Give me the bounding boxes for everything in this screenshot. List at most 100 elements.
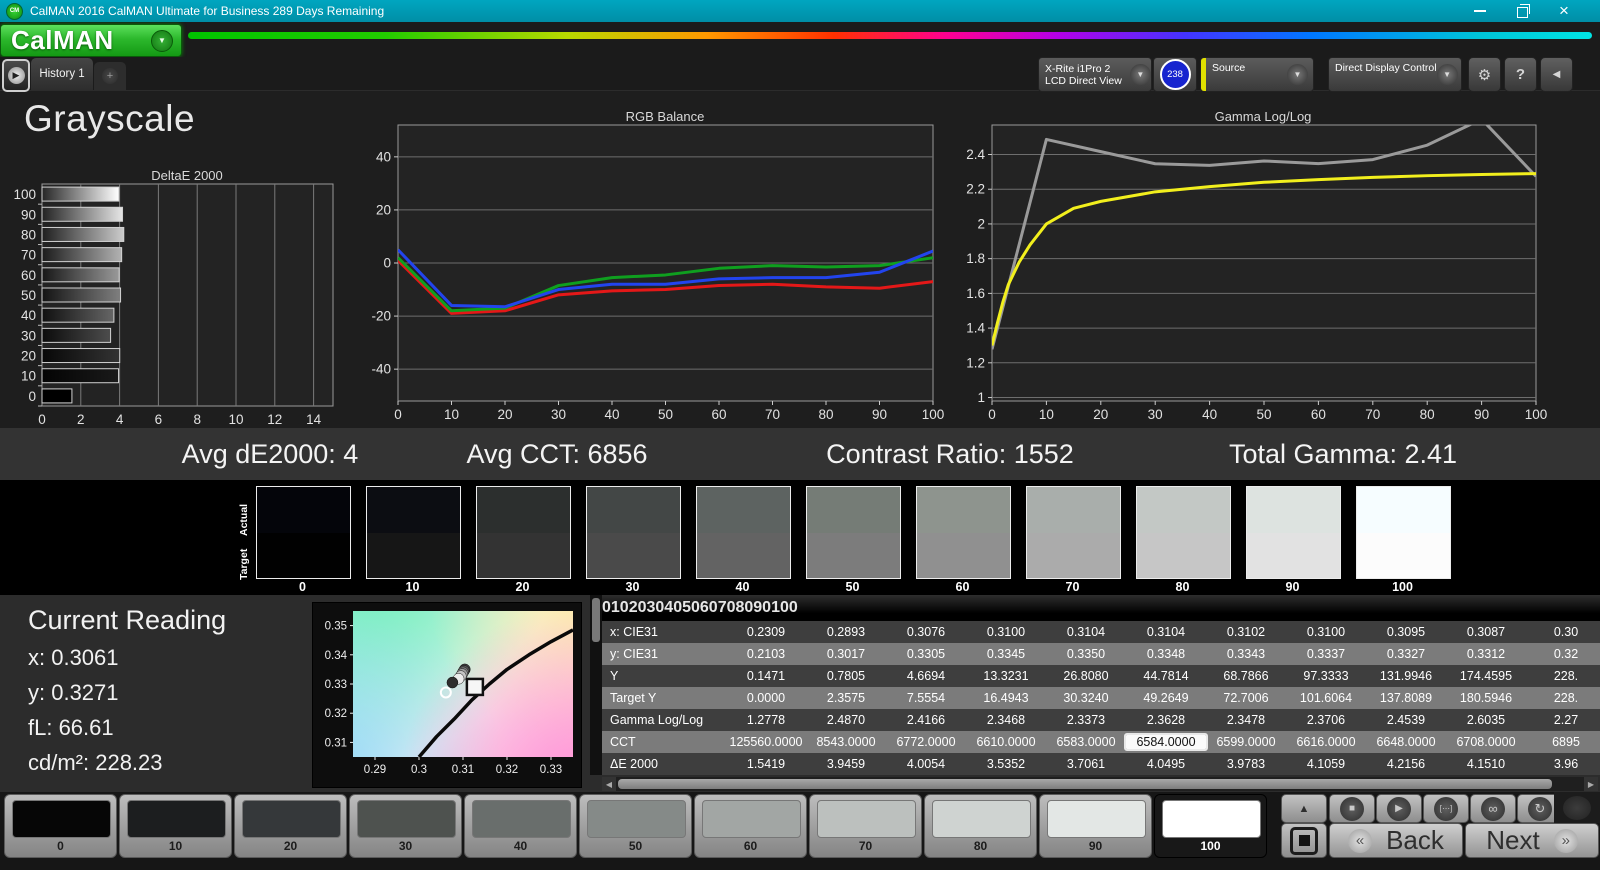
pattern-patch-60[interactable]: 60 xyxy=(694,794,807,858)
table-cell[interactable]: 8543.0000 xyxy=(806,735,886,749)
pattern-patch-50[interactable]: 50 xyxy=(579,794,692,858)
table-cell[interactable]: 2.3706 xyxy=(1286,713,1366,727)
add-tab-button[interactable]: + xyxy=(94,62,126,90)
table-cell[interactable]: 6895 xyxy=(1526,735,1600,749)
layout-flyout-button[interactable]: ▶ xyxy=(2,59,30,92)
table-cell[interactable]: 131.9946 xyxy=(1366,669,1446,683)
table-cell[interactable]: 2.3575 xyxy=(806,691,886,705)
table-cell[interactable]: 2.27 xyxy=(1526,713,1600,727)
table-cell[interactable]: 0.3312 xyxy=(1446,647,1526,661)
table-cell[interactable]: 4.0495 xyxy=(1126,757,1206,771)
table-cell[interactable]: 0.3104 xyxy=(1046,625,1126,639)
table-cell[interactable]: 0.32 xyxy=(1526,647,1600,661)
meter-count-badge[interactable]: 238 xyxy=(1153,57,1197,92)
table-cell[interactable]: 0.3100 xyxy=(966,625,1046,639)
table-cell[interactable]: 125560.0000 xyxy=(726,735,806,749)
table-cell[interactable]: 2.3468 xyxy=(966,713,1046,727)
table-cell[interactable]: 4.1059 xyxy=(1286,757,1366,771)
table-cell[interactable]: 1.2778 xyxy=(726,713,806,727)
table-cell[interactable]: 137.8089 xyxy=(1366,691,1446,705)
table-cell[interactable]: 228. xyxy=(1526,691,1600,705)
table-cell[interactable]: 7.5554 xyxy=(886,691,966,705)
table-cell[interactable]: 3.9783 xyxy=(1206,757,1286,771)
table-horizontal-scrollbar[interactable]: ◀ ▶ xyxy=(602,777,1598,791)
scroll-left-icon[interactable]: ◀ xyxy=(602,777,616,791)
restore-button[interactable] xyxy=(1514,3,1530,18)
table-cell[interactable]: 228. xyxy=(1526,669,1600,683)
table-cell[interactable]: 0.3345 xyxy=(966,647,1046,661)
table-cell[interactable]: 6610.0000 xyxy=(966,735,1046,749)
table-cell[interactable]: 0.3095 xyxy=(1366,625,1446,639)
pattern-patch-90[interactable]: 90 xyxy=(1039,794,1152,858)
pattern-patch-30[interactable]: 30 xyxy=(349,794,462,858)
table-cell[interactable]: 6583.0000 xyxy=(1046,735,1126,749)
pattern-up-button[interactable]: ▲ xyxy=(1281,794,1327,823)
table-cell[interactable]: 0.3343 xyxy=(1206,647,1286,661)
stop-button[interactable]: ■ xyxy=(1329,794,1375,823)
calman-menu-button[interactable]: CalMAN ▼ xyxy=(0,24,182,57)
minimize-button[interactable] xyxy=(1472,4,1488,18)
table-cell[interactable]: 72.7006 xyxy=(1206,691,1286,705)
table-cell[interactable]: 1.5419 xyxy=(726,757,806,771)
table-cell[interactable]: 44.7814 xyxy=(1126,669,1206,683)
table-cell[interactable]: 0.30 xyxy=(1526,625,1600,639)
table-cell[interactable]: 4.1510 xyxy=(1446,757,1526,771)
meter-dropdown[interactable]: X-Rite i1Pro 2 LCD Direct View ▼ xyxy=(1038,57,1152,92)
table-cell[interactable]: 6772.0000 xyxy=(886,735,966,749)
settings-button[interactable]: ⚙ xyxy=(1468,57,1501,92)
table-cell[interactable]: 49.2649 xyxy=(1126,691,1206,705)
table-cell[interactable]: 0.3017 xyxy=(806,647,886,661)
pattern-patch-0[interactable]: 0 xyxy=(4,794,117,858)
table-cell[interactable]: 2.4166 xyxy=(886,713,966,727)
table-cell[interactable]: 16.4943 xyxy=(966,691,1046,705)
table-cell[interactable]: 0.3348 xyxy=(1126,647,1206,661)
table-cell[interactable]: 2.6035 xyxy=(1446,713,1526,727)
table-cell[interactable]: 2.3628 xyxy=(1126,713,1206,727)
table-cell[interactable]: 0.0000 xyxy=(726,691,806,705)
table-cell[interactable]: 4.2156 xyxy=(1366,757,1446,771)
table-cell[interactable]: 13.3231 xyxy=(966,669,1046,683)
table-cell[interactable]: 0.3076 xyxy=(886,625,966,639)
table-cell[interactable]: 26.8080 xyxy=(1046,669,1126,683)
table-cell[interactable]: 4.0054 xyxy=(886,757,966,771)
table-cell[interactable]: 180.5946 xyxy=(1446,691,1526,705)
table-cell[interactable]: 0.2893 xyxy=(806,625,886,639)
back-button[interactable]: « Back xyxy=(1329,823,1463,858)
range-button[interactable]: [⋯] xyxy=(1423,794,1469,823)
table-cell[interactable]: 2.4870 xyxy=(806,713,886,727)
table-cell[interactable]: 2.3373 xyxy=(1046,713,1126,727)
pattern-patch-100[interactable]: 100 xyxy=(1154,794,1267,858)
table-cell[interactable]: 68.7866 xyxy=(1206,669,1286,683)
table-cell[interactable]: 6708.0000 xyxy=(1446,735,1526,749)
table-cell[interactable]: 0.3100 xyxy=(1286,625,1366,639)
source-dropdown[interactable]: Source ▼ xyxy=(1200,57,1314,92)
table-cell[interactable]: 0.2309 xyxy=(726,625,806,639)
table-cell[interactable]: 0.3337 xyxy=(1286,647,1366,661)
play-button[interactable]: ▶ xyxy=(1376,794,1422,823)
tab-history-1[interactable]: History 1 xyxy=(31,58,93,90)
table-cell[interactable]: 6648.0000 xyxy=(1366,735,1446,749)
scroll-right-icon[interactable]: ▶ xyxy=(1584,777,1598,791)
pattern-patch-80[interactable]: 80 xyxy=(924,794,1037,858)
next-button[interactable]: Next » xyxy=(1465,823,1599,858)
table-cell[interactable]: 2.4539 xyxy=(1366,713,1446,727)
table-cell[interactable]: 0.3104 xyxy=(1126,625,1206,639)
table-cell[interactable]: 0.3102 xyxy=(1206,625,1286,639)
table-cell[interactable]: 4.6694 xyxy=(886,669,966,683)
pattern-patch-70[interactable]: 70 xyxy=(809,794,922,858)
table-cell[interactable]: 2.3478 xyxy=(1206,713,1286,727)
collapse-toolbar-button[interactable]: ◀ xyxy=(1540,57,1573,92)
infinity-button[interactable]: ∞ xyxy=(1470,794,1516,823)
table-cell[interactable]: 101.6064 xyxy=(1286,691,1366,705)
table-cell[interactable]: 0.3350 xyxy=(1046,647,1126,661)
table-cell[interactable]: 6616.0000 xyxy=(1286,735,1366,749)
pattern-patch-10[interactable]: 10 xyxy=(119,794,232,858)
table-cell[interactable]: 3.9459 xyxy=(806,757,886,771)
table-cell[interactable]: 0.3305 xyxy=(886,647,966,661)
table-cell[interactable]: 0.2103 xyxy=(726,647,806,661)
table-cell[interactable]: 97.3333 xyxy=(1286,669,1366,683)
table-cell[interactable]: 0.3327 xyxy=(1366,647,1446,661)
pattern-patch-20[interactable]: 20 xyxy=(234,794,347,858)
table-cell[interactable]: 3.5352 xyxy=(966,757,1046,771)
window-pattern-button[interactable] xyxy=(1281,823,1327,858)
